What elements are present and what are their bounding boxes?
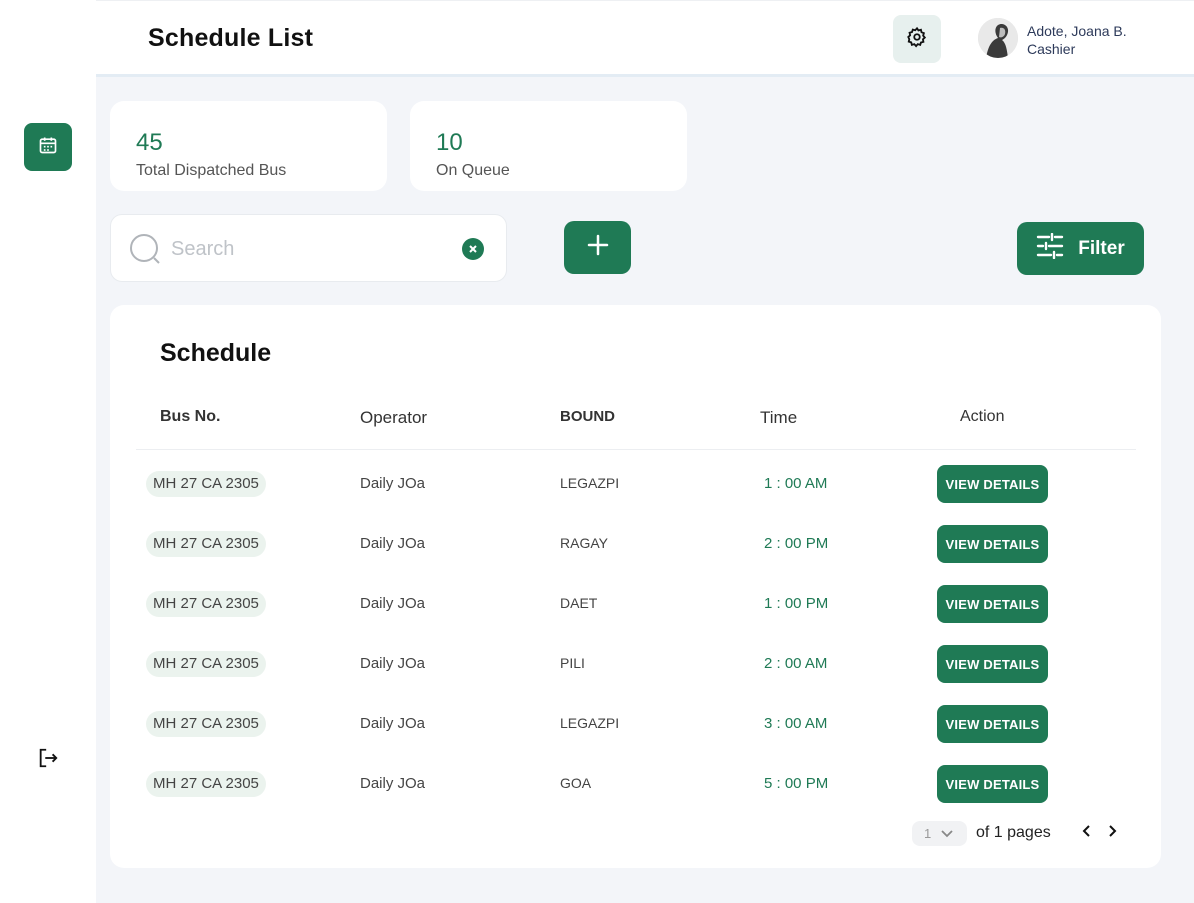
- filter-label: Filter: [1078, 237, 1125, 259]
- close-icon[interactable]: [462, 238, 484, 260]
- search-icon: [129, 233, 161, 265]
- bound-cell: DAET: [560, 595, 598, 611]
- table-row: MH 27 CA 2305 Daily JOa PILI 2 : 00 AM V…: [110, 637, 1161, 697]
- column-header-bound: BOUND: [560, 408, 615, 425]
- page-select-value: 1: [924, 826, 932, 841]
- view-details-button[interactable]: VIEW DETAILS: [937, 585, 1048, 623]
- operator-cell: Daily JOa: [360, 475, 426, 492]
- table-row: MH 27 CA 2305 Daily JOa LEGAZPI 1 : 00 A…: [110, 457, 1161, 517]
- table-title: Schedule: [160, 339, 272, 367]
- stat-value: 10: [436, 129, 463, 156]
- view-details-button[interactable]: VIEW DETAILS: [937, 645, 1048, 683]
- filter-button[interactable]: Filter: [1017, 222, 1144, 275]
- next-page-button[interactable]: [1104, 823, 1120, 843]
- bound-cell: LEGAZPI: [560, 715, 620, 731]
- header-divider: [136, 449, 1136, 450]
- table-row: MH 27 CA 2305 Daily JOa DAET 1 : 00 PM V…: [110, 577, 1161, 637]
- add-schedule-button[interactable]: [564, 221, 631, 274]
- calendar-icon: [38, 135, 58, 160]
- chevron-left-icon: [1082, 824, 1091, 843]
- avatar[interactable]: [978, 18, 1018, 58]
- stat-card-dispatched: 45 Total Dispatched Bus: [110, 101, 387, 191]
- chevron-right-icon: [1108, 824, 1117, 843]
- bound-cell: PILI: [560, 655, 585, 671]
- gear-icon: [906, 26, 928, 53]
- bound-cell: LEGAZPI: [560, 475, 620, 491]
- bus-number-chip: MH 27 CA 2305: [146, 771, 266, 797]
- settings-button[interactable]: [893, 15, 941, 63]
- chevron-down-icon: [941, 826, 953, 841]
- plus-icon: [587, 234, 609, 261]
- user-name: Adote, Joana B.: [1027, 23, 1127, 39]
- view-details-button[interactable]: VIEW DETAILS: [937, 705, 1048, 743]
- user-role: Cashier: [1027, 41, 1076, 57]
- page-select[interactable]: 1: [912, 821, 967, 846]
- operator-cell: Daily JOa: [360, 715, 426, 732]
- logout-icon: [37, 747, 59, 774]
- bus-number-chip: MH 27 CA 2305: [146, 471, 266, 497]
- logout-button[interactable]: [36, 748, 60, 772]
- table-row: MH 27 CA 2305 Daily JOa LEGAZPI 3 : 00 A…: [110, 697, 1161, 757]
- time-cell: 3 : 00 AM: [764, 715, 828, 732]
- operator-cell: Daily JOa: [360, 655, 426, 672]
- time-cell: 1 : 00 PM: [764, 595, 829, 612]
- bus-number-chip: MH 27 CA 2305: [146, 651, 266, 677]
- table-row: MH 27 CA 2305 Daily JOa GOA 5 : 00 PM VI…: [110, 757, 1161, 817]
- time-cell: 1 : 00 AM: [764, 475, 828, 492]
- view-details-button[interactable]: VIEW DETAILS: [937, 525, 1048, 563]
- operator-cell: Daily JOa: [360, 595, 426, 612]
- column-header-operator: Operator: [360, 408, 428, 427]
- bound-cell: GOA: [560, 775, 592, 791]
- bus-number-chip: MH 27 CA 2305: [146, 531, 266, 557]
- time-cell: 2 : 00 AM: [764, 655, 828, 672]
- operator-cell: Daily JOa: [360, 775, 426, 792]
- column-header-time: Time: [760, 408, 798, 427]
- page-title: Schedule List: [148, 24, 314, 52]
- search-box: [110, 214, 507, 282]
- sidebar-item-schedule[interactable]: [24, 123, 72, 171]
- operator-cell: Daily JOa: [360, 535, 426, 552]
- sliders-icon: [1036, 232, 1064, 265]
- table-row: MH 27 CA 2305 Daily JOa RAGAY 2 : 00 PM …: [110, 517, 1161, 577]
- time-cell: 5 : 00 PM: [764, 775, 829, 792]
- prev-page-button[interactable]: [1078, 823, 1094, 843]
- stat-card-queue: 10 On Queue: [410, 101, 687, 191]
- stat-label: On Queue: [436, 162, 510, 179]
- bus-number-chip: MH 27 CA 2305: [146, 591, 266, 617]
- search-input[interactable]: [171, 233, 451, 265]
- view-details-button[interactable]: VIEW DETAILS: [937, 465, 1048, 503]
- bound-cell: RAGAY: [560, 535, 608, 551]
- bus-number-chip: MH 27 CA 2305: [146, 711, 266, 737]
- time-cell: 2 : 00 PM: [764, 535, 829, 552]
- stat-label: Total Dispatched Bus: [136, 162, 287, 179]
- page-count-text: of 1 pages: [976, 824, 1051, 841]
- column-header-action: Action: [960, 408, 1005, 425]
- column-header-bus: Bus No.: [160, 408, 221, 425]
- stat-value: 45: [136, 129, 163, 156]
- schedule-table-card: Schedule Bus No. Operator BOUND Time Act…: [110, 305, 1161, 868]
- view-details-button[interactable]: VIEW DETAILS: [937, 765, 1048, 803]
